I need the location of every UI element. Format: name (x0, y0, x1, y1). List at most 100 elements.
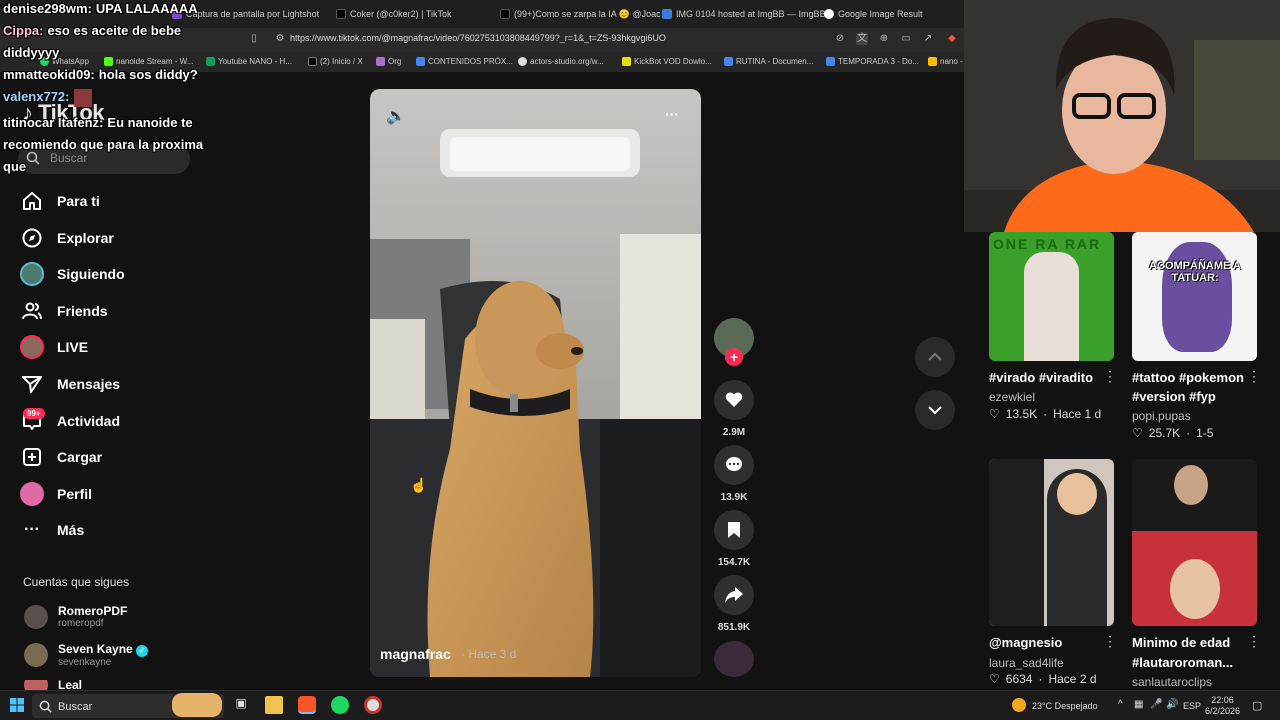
following-account[interactable]: Leal (24, 680, 82, 690)
video-player[interactable] (370, 89, 701, 677)
nav-item-para-ti[interactable]: Para ti (20, 187, 100, 215)
weather-text[interactable]: 23°C Despejado (1032, 701, 1098, 711)
following-avatar-icon (20, 262, 44, 286)
video-thumbnail[interactable] (989, 459, 1114, 626)
clock[interactable]: 22:06 6/2/2026 (1205, 695, 1240, 717)
more-dots-icon: ··· (24, 521, 40, 538)
video-author[interactable]: magnafrac (380, 646, 451, 662)
follow-plus-icon[interactable]: + (725, 348, 743, 366)
kickbot-icon (622, 57, 631, 66)
bookmark-item[interactable]: CONTENIDOS PRÓX... (416, 57, 513, 66)
sound-avatar[interactable] (714, 641, 754, 677)
nav-item-cargar[interactable]: Cargar (20, 443, 102, 471)
face-figure (1057, 473, 1097, 515)
card-title-line2[interactable]: #lautaroroman... (1132, 655, 1233, 670)
card-title[interactable]: @magnesio (989, 635, 1062, 650)
bookmark-item[interactable]: Youtube NANO - H... (206, 57, 292, 66)
following-account[interactable]: Seven Kayne ✓ sevenkayne (24, 642, 149, 668)
translate-icon[interactable]: 文 (856, 33, 868, 45)
card-more-icon[interactable]: ⋮ (1247, 368, 1261, 385)
site-settings-icon[interactable]: ⚙ (274, 33, 286, 45)
chat-message: que (3, 159, 27, 174)
nav-item-live[interactable]: LIVE (20, 333, 88, 361)
bookmark-item[interactable]: TEMPORADA 3 - Do... (826, 57, 919, 66)
avatar (24, 680, 48, 690)
bookmark-item[interactable]: nano - (928, 57, 963, 66)
cast-icon[interactable]: ▭ (900, 33, 912, 45)
heart-outline-icon: ♡ (1132, 426, 1143, 440)
tab-coker[interactable]: Coker (@c0ker2) | TikTok (336, 5, 452, 23)
windows-start-icon[interactable] (8, 696, 26, 714)
mute-icon[interactable]: 🔈 (386, 106, 406, 126)
following-account[interactable]: RomeroPDF romeropdf (24, 604, 127, 629)
chat-message: recomiendo que para la proxima (3, 137, 204, 152)
bookmark-item[interactable]: RUTINA - Documen... (724, 57, 813, 66)
network-icon[interactable]: ▦ (1134, 699, 1143, 710)
chat-message: diddyyyy (3, 45, 60, 60)
bookmark-item[interactable]: KickBot VOD Dowlo... (622, 57, 712, 66)
share-icon[interactable]: ↗ (922, 33, 934, 45)
language-indicator[interactable]: ESP (1183, 701, 1201, 711)
tray-chevron-icon[interactable]: ^ (1118, 699, 1123, 710)
emote-icon (73, 88, 92, 107)
person-figure (1024, 252, 1079, 361)
volume-icon[interactable]: 🔊 (1166, 699, 1178, 710)
card-title-line2[interactable]: #version #fyp (1132, 389, 1216, 404)
card-author[interactable]: popi.pupas (1132, 409, 1191, 423)
video-thumbnail[interactable]: ONE RA RAR (989, 232, 1114, 361)
chat-message: mmatteokid09: hola sos diddy? (3, 67, 198, 82)
nav-item-perfil[interactable]: Perfil (20, 480, 92, 508)
task-view-icon[interactable]: ▣ (232, 696, 250, 714)
card-title[interactable]: #tattoo #pokemon (1132, 370, 1244, 385)
bookmark-icon[interactable]: ▯ (248, 33, 260, 45)
nav-item-siguiendo[interactable]: Siguiendo (20, 260, 125, 288)
mic-icon[interactable]: 🎤 (1150, 699, 1162, 710)
bookmark-item[interactable]: actors-studio.org/w... (518, 57, 604, 66)
tab-google-image[interactable]: Google Image Result (824, 5, 923, 23)
card-title[interactable]: Minimo de edad (1132, 635, 1230, 650)
like-button[interactable]: 2.9M (714, 380, 754, 438)
friends-icon (20, 299, 44, 323)
nav-item-friends[interactable]: Friends (20, 297, 108, 325)
card-more-icon[interactable]: ⋮ (1247, 633, 1261, 650)
tab-joac[interactable]: (99+)Como se zarpa la IA 😊 @Joac (500, 5, 661, 23)
zoom-icon[interactable]: ⊕ (878, 33, 890, 45)
brave-browser-icon[interactable] (298, 696, 316, 714)
obs-icon[interactable] (364, 696, 382, 714)
bookmark-icon (714, 510, 754, 550)
card-title[interactable]: #virado #viradito (989, 370, 1093, 385)
file-explorer-icon[interactable] (265, 696, 283, 714)
nav-item-mas[interactable]: ··· Más (20, 516, 84, 544)
dog-in-car-video-frame (370, 89, 701, 677)
spotify-icon[interactable] (331, 696, 349, 714)
notification-icon[interactable]: ▢ (1252, 699, 1262, 712)
prev-video-button[interactable] (915, 337, 955, 377)
chat-message: Cippa: eso es aceite de bebe (3, 23, 182, 38)
tab-imgbb[interactable]: IMG 0104 hosted at ImgBB — ImgBB (662, 5, 826, 23)
nav-item-explorar[interactable]: Explorar (20, 224, 114, 252)
comment-button[interactable]: 13.9K (714, 445, 754, 503)
brave-shield-icon[interactable]: ◆ (946, 33, 958, 45)
video-thumbnail[interactable]: ACOMPÁÑAME A TATUAR: (1132, 232, 1257, 361)
drive-icon (928, 57, 937, 66)
card-author[interactable]: sanlautaroclips (1132, 675, 1212, 689)
nav-item-mensajes[interactable]: Mensajes (20, 370, 120, 398)
share-button[interactable]: 851.9K (714, 575, 754, 633)
card-author[interactable]: laura_sad4life (989, 656, 1064, 670)
video-thumbnail[interactable] (1132, 459, 1257, 626)
tracker-icon[interactable]: ⊘ (834, 33, 846, 45)
next-video-button[interactable] (915, 390, 955, 430)
card-author[interactable]: ezewkiel (989, 390, 1035, 404)
save-button[interactable]: 154.7K (714, 510, 754, 568)
weather-moon-icon (1012, 698, 1026, 712)
compass-icon (20, 226, 44, 250)
avatar (24, 604, 48, 629)
url-field[interactable]: https://www.tiktok.com/@magnafrac/video/… (290, 33, 666, 43)
card-more-icon[interactable]: ⋮ (1103, 368, 1117, 385)
thumbnail-caption: ACOMPÁÑAME A TATUAR: (1149, 260, 1241, 284)
bookmark-item[interactable]: Org (376, 57, 401, 66)
card-more-icon[interactable]: ⋮ (1103, 633, 1117, 650)
video-more-icon[interactable]: ··· (665, 106, 679, 122)
bookmark-item[interactable]: (2) Inicio / X (308, 57, 363, 66)
tiktok-icon (500, 9, 510, 19)
